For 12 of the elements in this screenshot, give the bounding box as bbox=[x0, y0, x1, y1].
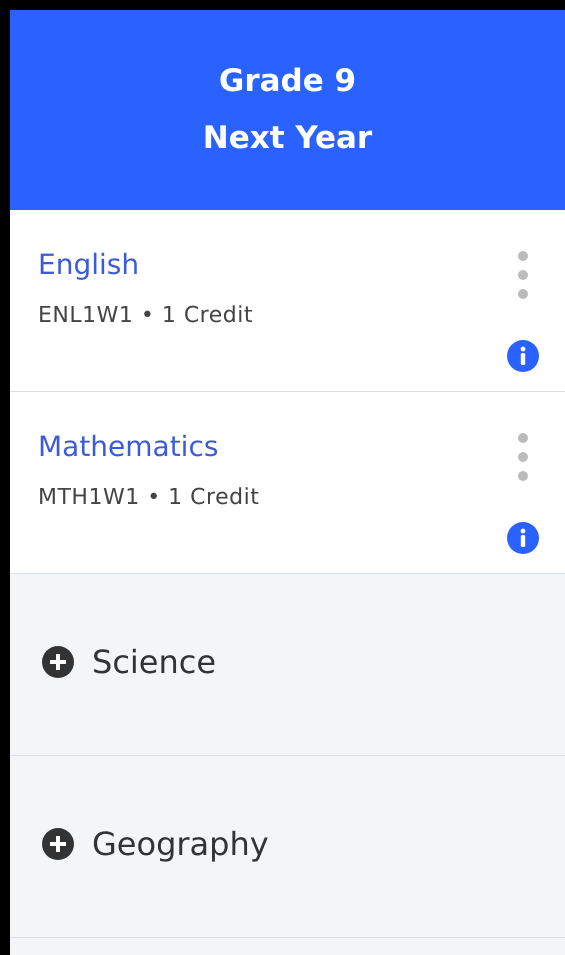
grade-title: Grade 9 bbox=[218, 66, 356, 97]
add-icon bbox=[42, 646, 74, 678]
course-details: ENL1W1 • 1 Credit bbox=[38, 302, 253, 328]
course-details: MTH1W1 • 1 Credit bbox=[38, 484, 260, 510]
add-course-button[interactable]: Geography bbox=[42, 824, 269, 862]
add-icon bbox=[42, 828, 74, 860]
info-icon[interactable] bbox=[507, 522, 539, 554]
add-course-button[interactable]: Science bbox=[42, 642, 216, 680]
year-subtitle: Next Year bbox=[202, 123, 372, 154]
info-icon[interactable] bbox=[507, 340, 539, 372]
course-name-link[interactable]: English bbox=[38, 250, 253, 281]
course-name-link[interactable]: Mathematics bbox=[38, 432, 260, 463]
